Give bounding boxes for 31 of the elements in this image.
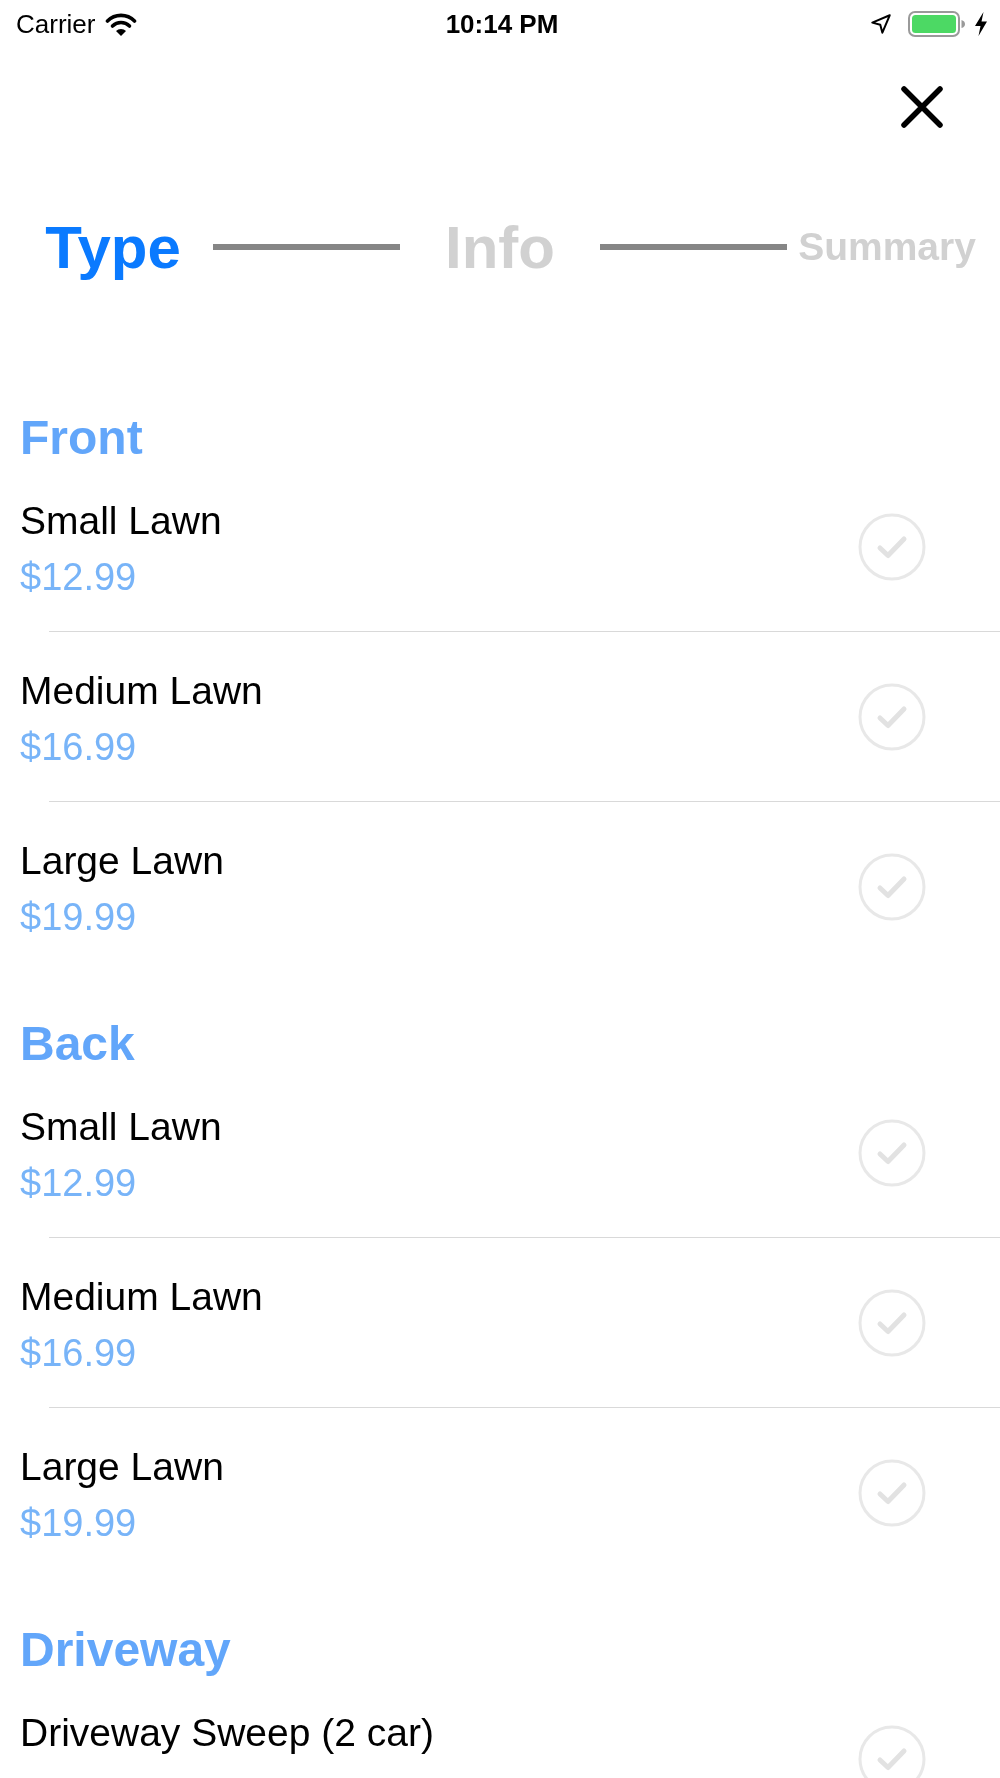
service-name: Large Lawn	[20, 1444, 224, 1490]
service-name: Large Lawn	[20, 838, 224, 884]
check-circle-icon[interactable]	[858, 1118, 926, 1187]
service-name: Medium Lawn	[20, 1274, 263, 1320]
location-arrow-icon	[870, 13, 892, 35]
service-price: $12.99	[20, 1161, 138, 1206]
service-name: Medium Lawn	[20, 668, 263, 714]
carrier-label: Carrier	[16, 9, 96, 39]
check-circle-icon[interactable]	[858, 682, 926, 751]
check-circle-icon[interactable]	[858, 1458, 926, 1527]
section-header: Back	[19, 1020, 136, 1068]
close-button[interactable]	[901, 86, 943, 128]
check-circle-icon[interactable]	[858, 512, 926, 581]
battery-icon	[908, 11, 966, 37]
service-price: $16.99	[20, 725, 138, 770]
close-icon	[901, 86, 943, 128]
service-price: $19.99	[20, 895, 138, 940]
wifi-icon	[105, 12, 138, 36]
charging-bolt-icon	[974, 12, 988, 36]
status-time: 10:14 PM	[445, 9, 559, 39]
check-circle-icon[interactable]	[858, 1288, 926, 1357]
service-name: Small Lawn	[20, 498, 222, 544]
service-price: $16.99	[20, 1331, 138, 1376]
section-header: Driveway	[19, 1626, 232, 1674]
service-price: $19.99	[20, 1501, 138, 1546]
check-circle-icon[interactable]	[858, 852, 926, 921]
section-header: Front	[19, 414, 144, 462]
service-name: Driveway Sweep (2 car)	[20, 1710, 434, 1756]
service-name: Small Lawn	[20, 1104, 222, 1150]
service-price: $12.99	[20, 555, 138, 600]
step-label: Type	[45, 212, 181, 282]
